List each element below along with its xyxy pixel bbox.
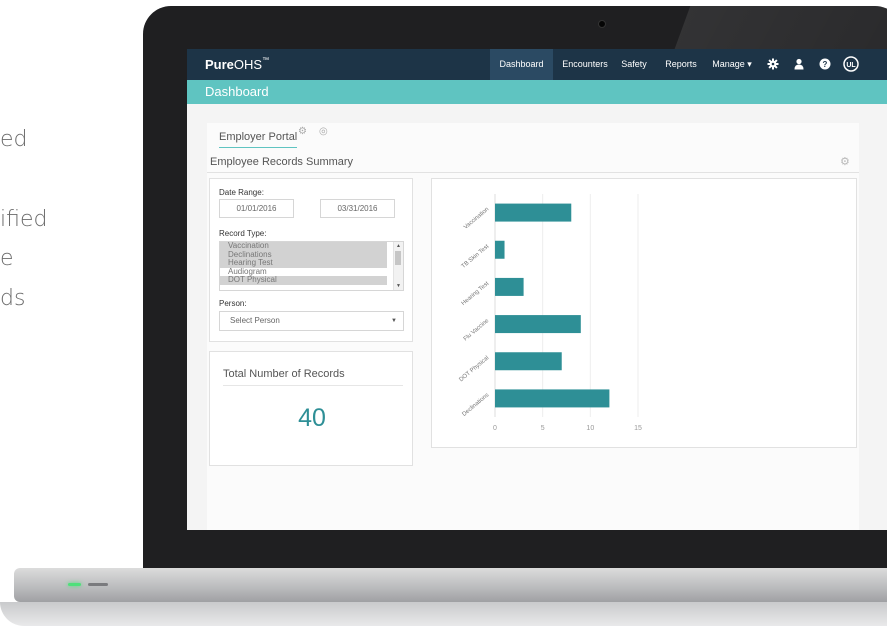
laptop-base-top xyxy=(14,568,887,602)
side-text-line-2: ified xyxy=(0,207,48,232)
chart-bar xyxy=(495,277,524,296)
page-title-bar: Dashboard xyxy=(187,80,887,104)
app-screen: PureOHS™ Dashboard Encounters Safety Rep… xyxy=(187,49,887,530)
scroll-up-icon[interactable]: ▲ xyxy=(396,243,401,249)
nav-safety[interactable]: Safety xyxy=(617,49,651,80)
records-bar-chart: Vaccination TB Skin Test Hearing Test Flu V… xyxy=(458,194,642,432)
nav-manage[interactable]: Manage ▾ xyxy=(709,49,755,80)
person-select[interactable]: Select Person ▼ xyxy=(219,311,404,331)
x-tick-label: 0 xyxy=(493,425,497,432)
person-label: Person: xyxy=(219,299,247,308)
total-records-card: Total Number of Records 40 xyxy=(209,351,413,466)
gear-icon[interactable] xyxy=(767,58,779,70)
brand-bold: Pure xyxy=(205,57,234,72)
ul-badge-icon[interactable]: UL xyxy=(843,56,859,72)
chart-bar xyxy=(495,352,562,371)
brand-tm: ™ xyxy=(262,57,270,64)
power-led xyxy=(68,583,81,586)
record-type-listbox[interactable]: Vaccination Declinations Hearing Test Au… xyxy=(219,241,404,291)
nav-dashboard[interactable]: Dashboard xyxy=(490,49,553,80)
brand-light: OHS xyxy=(233,57,263,72)
help-icon[interactable]: ? xyxy=(819,58,831,70)
total-records-title: Total Number of Records xyxy=(223,368,345,380)
page-title: Dashboard xyxy=(205,84,269,99)
top-navbar: PureOHS™ Dashboard Encounters Safety Rep… xyxy=(187,49,887,80)
side-text-line-3: e xyxy=(0,246,14,271)
x-tick-label: 10 xyxy=(586,425,594,432)
filters-card: Date Range: 01/01/2016 03/31/2016 Record… xyxy=(209,178,413,342)
side-text-line-1: ed xyxy=(0,127,28,152)
status-led xyxy=(88,583,108,586)
chart-bar xyxy=(495,203,572,222)
caret-down-icon: ▼ xyxy=(391,318,397,324)
tab-employer-portal[interactable]: Employer Portal xyxy=(219,131,298,148)
date-from-input[interactable]: 01/01/2016 xyxy=(219,199,294,218)
category-tick-label: TB Skin Test xyxy=(461,243,491,269)
laptop-base-bottom xyxy=(0,602,887,626)
scrollbar-thumb[interactable] xyxy=(395,251,401,265)
record-type-option[interactable]: DOT Physical xyxy=(220,276,387,285)
camera xyxy=(598,20,606,28)
scroll-down-icon[interactable]: ▼ xyxy=(396,283,401,289)
nav-encounters[interactable]: Encounters xyxy=(555,49,615,80)
employer-portal-panel: Employer Portal ⚙ ◎ Employee Records Sum… xyxy=(207,123,859,530)
section-divider xyxy=(207,172,859,173)
brand-logo[interactable]: PureOHS™ xyxy=(205,57,269,72)
person-select-value: Select Person xyxy=(230,316,280,325)
side-text-line-4: ds xyxy=(0,286,26,311)
record-type-label: Record Type: xyxy=(219,229,267,238)
total-divider xyxy=(223,385,403,386)
section-settings-icon[interactable]: ⚙ xyxy=(840,155,850,168)
chart-bar xyxy=(495,240,505,259)
category-tick-label: Declinations xyxy=(461,392,490,418)
svg-text:?: ? xyxy=(823,60,828,69)
category-tick-label: DOT Physical xyxy=(458,355,490,383)
category-tick-label: Flu Vaccine xyxy=(463,318,491,343)
tab-view-icon[interactable]: ◎ xyxy=(319,126,328,137)
category-tick-label: Vaccination xyxy=(463,207,490,231)
total-records-value: 40 xyxy=(298,404,326,432)
date-to-input[interactable]: 03/31/2016 xyxy=(320,199,395,218)
date-range-label: Date Range: xyxy=(219,188,264,197)
x-tick-label: 15 xyxy=(634,425,642,432)
user-icon[interactable] xyxy=(793,58,805,70)
svg-text:UL: UL xyxy=(846,62,856,69)
chart-bar xyxy=(495,389,610,408)
x-tick-label: 5 xyxy=(541,425,545,432)
category-tick-label: Hearing Test xyxy=(461,281,491,307)
tab-settings-icon[interactable]: ⚙ xyxy=(298,126,307,137)
records-chart-card: Vaccination TB Skin Test Hearing Test Flu V… xyxy=(431,178,857,448)
chart-bar xyxy=(495,315,581,334)
laptop-base xyxy=(0,568,887,626)
nav-reports[interactable]: Reports xyxy=(661,49,701,80)
listbox-scrollbar[interactable]: ▲ ▼ xyxy=(393,242,403,290)
section-title: Employee Records Summary xyxy=(210,156,354,168)
